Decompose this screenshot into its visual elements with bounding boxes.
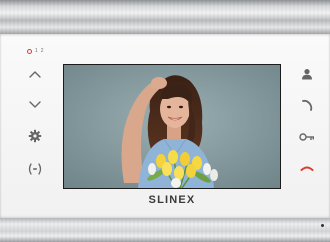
power-led-icon xyxy=(27,48,32,54)
camera-feed-image xyxy=(64,65,280,188)
wireless-signal-icon xyxy=(28,163,42,175)
phone-hangup-icon xyxy=(300,166,314,171)
intercom-monitor: 1 2 SLINEX xyxy=(0,0,330,242)
chevron-up-icon xyxy=(29,71,41,78)
monitor-button[interactable] xyxy=(296,63,318,85)
settings-button[interactable] xyxy=(24,125,46,147)
bottom-bezel xyxy=(0,218,330,242)
person-icon xyxy=(302,69,312,80)
indicator-label-1: 1 xyxy=(35,48,38,54)
answer-call-button[interactable] xyxy=(296,94,318,116)
status-indicators: 1 2 xyxy=(27,47,44,55)
microphone-hole xyxy=(321,224,324,227)
up-button[interactable] xyxy=(24,63,46,85)
phone-answer-icon xyxy=(302,99,313,111)
unlock-door-button[interactable] xyxy=(296,126,318,148)
video-screen xyxy=(63,64,281,189)
hang-up-button[interactable] xyxy=(296,158,318,180)
down-button[interactable] xyxy=(24,94,46,116)
indicator-label-2: 2 xyxy=(40,48,44,54)
gear-icon xyxy=(28,129,42,143)
brand-logo: SLINEX xyxy=(148,194,196,206)
key-icon xyxy=(299,133,315,141)
top-bezel xyxy=(0,0,330,34)
chevron-down-icon xyxy=(29,101,41,108)
intercom-button[interactable] xyxy=(24,158,46,180)
